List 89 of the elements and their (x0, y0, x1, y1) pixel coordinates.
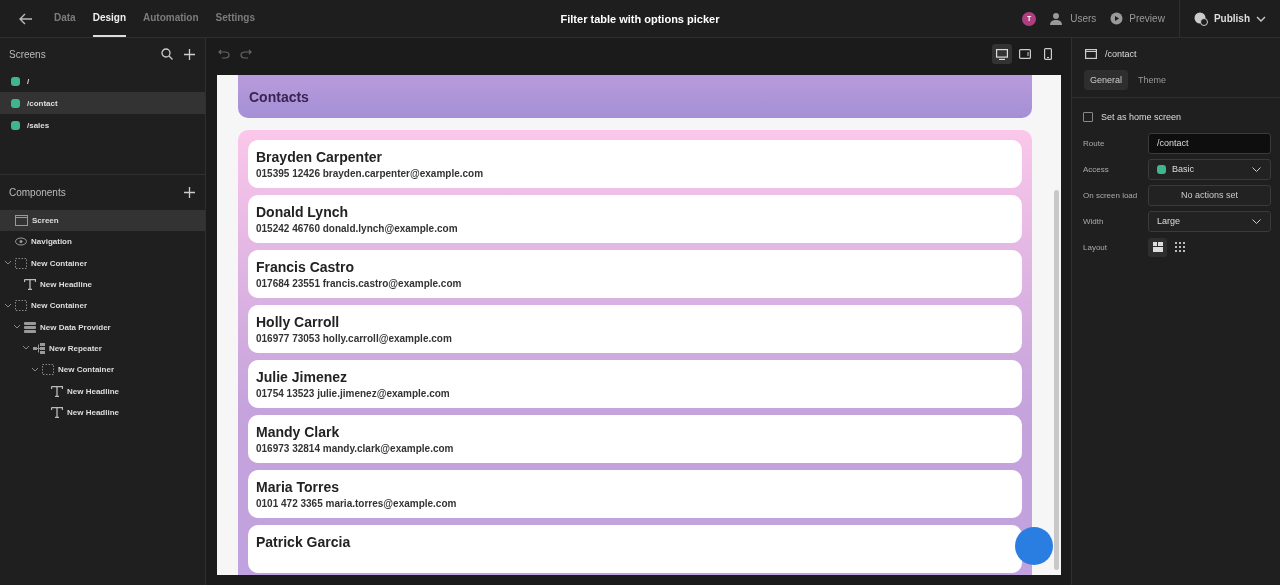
contact-name: Patrick Garcia (256, 534, 352, 550)
tree-item[interactable]: New Headline (0, 380, 205, 402)
field-label: Width (1083, 216, 1104, 226)
container-icon (15, 257, 27, 269)
nav-tab[interactable]: Automation (143, 0, 199, 37)
contact-details: 0101 472 3365 maria.torres@example.com (256, 498, 458, 509)
checkbox-label: Set as home screen (1101, 112, 1182, 122)
mobile-icon (1044, 48, 1052, 60)
components-heading: Components (9, 186, 66, 198)
repeater-icon (33, 342, 45, 354)
contact-details: 01754 13523 julie.jimenez@example.com (256, 388, 451, 399)
container-icon (42, 364, 54, 376)
contact-name: Brayden Carpenter (256, 149, 384, 165)
blocks-layout-button[interactable] (1148, 237, 1167, 257)
tree-item[interactable]: New Container (0, 359, 205, 381)
contact-name: Donald Lynch (256, 204, 350, 220)
text-icon (24, 279, 36, 291)
tree-item[interactable]: New Headline (0, 273, 205, 296)
field-label: Route (1083, 138, 1105, 148)
desktop-button[interactable] (992, 44, 1012, 64)
globe-icon (1193, 11, 1208, 26)
panel-tab[interactable]: General (1084, 70, 1129, 90)
database-icon (24, 321, 36, 333)
contact-name: Holly Carroll (256, 314, 341, 330)
text-icon (51, 385, 63, 397)
desktop-icon (996, 48, 1008, 60)
blocks-icon (1152, 242, 1163, 252)
caret-icon[interactable] (4, 303, 11, 308)
chevron-icon (1256, 15, 1266, 22)
add-icon[interactable] (184, 48, 195, 60)
undo-icon[interactable] (218, 49, 230, 59)
window-icon (15, 215, 28, 227)
tree-item[interactable]: New Container (0, 252, 205, 274)
floating-button[interactable] (1015, 527, 1053, 565)
contact-name: Julie Jimenez (256, 369, 349, 385)
redo-icon[interactable] (240, 49, 252, 59)
tree-item[interactable]: Screen (0, 210, 205, 232)
caret-icon[interactable] (4, 261, 11, 266)
grid-icon (1174, 242, 1185, 252)
screens-heading: Screens (9, 48, 46, 60)
field-label: Access (1083, 164, 1109, 174)
caret-icon[interactable] (31, 367, 38, 372)
play-icon (1110, 12, 1124, 25)
page-heading: Contacts (249, 88, 309, 105)
contact-details: 017684 23551 francis.castro@example.com (256, 278, 463, 289)
scrollbar[interactable] (1054, 190, 1059, 570)
tree-item[interactable]: New Headline (0, 401, 205, 423)
search-icon[interactable] (161, 48, 173, 60)
contact-details: 016977 73053 holly.carroll@example.com (256, 333, 453, 344)
nav-tab[interactable]: Settings (215, 0, 256, 37)
back-icon[interactable] (19, 12, 33, 25)
eye-icon (15, 237, 27, 247)
field-label: Layout (1083, 242, 1108, 252)
contact-name: Francis Castro (256, 259, 356, 275)
publish-button[interactable]: Publish (1193, 11, 1266, 26)
contact-name: Mandy Clark (256, 424, 341, 440)
screen-name: /contact (1105, 49, 1137, 59)
app-title: Filter table with options picker (560, 12, 720, 25)
tree-item[interactable]: New Data Provider (0, 316, 205, 338)
users-button[interactable]: Users (1050, 12, 1097, 25)
actions-button[interactable]: No actions set (1148, 184, 1271, 206)
contact-name: Maria Torres (256, 479, 340, 495)
tree-item[interactable]: New Container (0, 295, 205, 317)
route-item[interactable]: / (0, 70, 205, 92)
contact-details: 015395 12426 brayden.carpenter@example.com (256, 168, 485, 179)
route-item[interactable]: /sales (0, 114, 205, 136)
window-icon (1085, 49, 1097, 59)
width-select[interactable]: Large (1148, 210, 1271, 232)
tablet-icon (1019, 49, 1031, 59)
contact-details: 015242 46760 donald.lynch@example.com (256, 223, 459, 234)
chevron-icon (1252, 218, 1261, 224)
contact-details: 016973 32814 mandy.clark@example.com (256, 443, 455, 454)
access-select[interactable]: Basic (1148, 158, 1271, 180)
route-field[interactable]: /contact (1148, 132, 1271, 154)
caret-icon[interactable] (13, 325, 20, 330)
preview-button[interactable]: Preview (1110, 12, 1165, 25)
route-item[interactable]: /contact (0, 92, 205, 114)
caret-icon[interactable] (22, 346, 29, 351)
checkbox[interactable] (1083, 112, 1093, 122)
add-icon[interactable] (184, 186, 195, 198)
field-label: On screen load (1083, 190, 1138, 200)
chevron-icon (1252, 166, 1261, 172)
panel-tab[interactable]: Theme (1132, 70, 1173, 90)
tree-item[interactable]: Navigation (0, 231, 205, 253)
text-icon (51, 406, 63, 418)
tree-item[interactable]: New Repeater (0, 337, 205, 360)
container-icon (15, 300, 27, 312)
user-icon (1050, 12, 1065, 25)
nav-tab[interactable]: Data (54, 0, 76, 37)
